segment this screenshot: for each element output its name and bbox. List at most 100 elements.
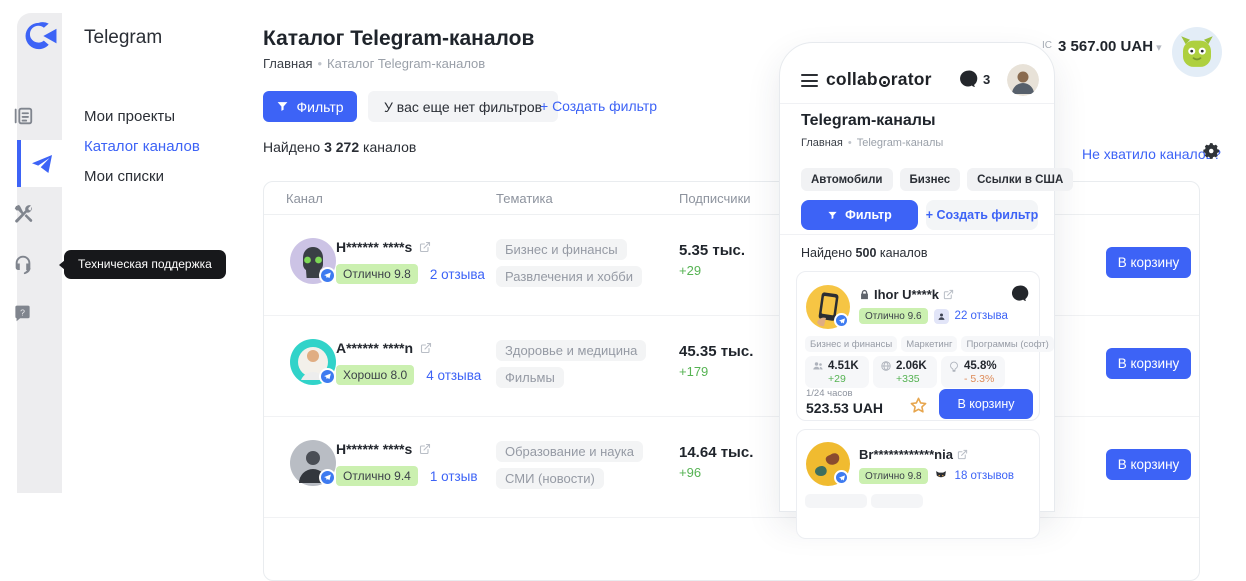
hamburger-menu-button[interactable]: [801, 74, 818, 87]
phone-filter-button[interactable]: Фильтр: [801, 200, 918, 230]
external-link-icon[interactable]: [419, 241, 431, 253]
sidebar-title: Telegram: [84, 27, 162, 49]
external-link-icon[interactable]: [420, 342, 432, 354]
phone-add-to-cart-button[interactable]: В корзину: [939, 389, 1033, 419]
phone-user-avatar[interactable]: [1007, 64, 1039, 96]
external-link-icon[interactable]: [957, 449, 968, 460]
user-avatar[interactable]: [1172, 27, 1222, 77]
phone-header-divider: [780, 103, 1054, 104]
sidebar-item-my-lists[interactable]: Мои списки: [84, 168, 164, 185]
rating-badge: Отлично 9.8: [859, 468, 928, 484]
balance-dropdown[interactable]: 3 567.00 UAH▾: [1058, 38, 1162, 55]
subscribers-value: 5.35 тыс.: [679, 242, 745, 259]
bulb-icon: [948, 360, 960, 372]
phone-user-avatar-icon: [1007, 64, 1039, 96]
add-to-cart-button[interactable]: В корзину: [1106, 348, 1191, 379]
sidebar-item-my-projects[interactable]: Мои проекты: [84, 108, 175, 125]
table-row: A****** ****n Хорошо 8.0 4 отзыва Здоров…: [264, 316, 1199, 417]
lock-icon: [859, 289, 870, 300]
filter-button[interactable]: Фильтр: [263, 91, 357, 122]
tools-icon: [12, 203, 34, 225]
settings-gear-button[interactable]: [1203, 142, 1221, 165]
need-more-channels-link[interactable]: Не хватило каналов?: [1082, 146, 1221, 162]
telegram-badge-icon: [319, 469, 336, 486]
card-chat-button[interactable]: [1010, 284, 1029, 308]
chat-bubble-icon: [958, 69, 978, 89]
phone-breadcrumb-home[interactable]: Главная: [801, 137, 843, 149]
partial-text: IC: [1042, 40, 1052, 51]
no-filters-chip[interactable]: У вас еще нет фильтров: [368, 91, 558, 122]
sidebar-item-tools[interactable]: [0, 203, 45, 225]
column-subscribers: Подписчики: [679, 182, 751, 215]
topic-pill: Развлечения и хобби: [496, 266, 642, 287]
price-period: 1/24 часов: [806, 388, 853, 399]
channel-name[interactable]: Ihor U****k: [859, 287, 954, 302]
chat-button[interactable]: [958, 69, 978, 94]
add-to-cart-button[interactable]: В корзину: [1106, 247, 1191, 278]
price-value: 523.53 UAH: [806, 400, 883, 416]
channel-name[interactable]: H****** ****s: [336, 441, 431, 457]
topic-pill: Бизнес и финансы: [496, 239, 627, 260]
stat-value: 4.51K: [828, 360, 859, 372]
headphones-icon: [12, 253, 34, 275]
stat-value: 45.8%: [964, 360, 997, 372]
channel-avatar[interactable]: [290, 440, 336, 486]
telegram-badge-icon: [319, 368, 336, 385]
reviews-link[interactable]: 1 отзыв: [430, 469, 478, 484]
collaborator-logo[interactable]: [24, 21, 58, 56]
sidebar-item-projects[interactable]: [0, 105, 45, 127]
channel-avatar[interactable]: [290, 238, 336, 284]
globe-icon: [880, 360, 892, 372]
collaborator-wordmark: collabrator: [826, 69, 932, 90]
rating-badge: Отлично 9.6: [859, 308, 928, 324]
page-title: Каталог Telegram-каналов: [263, 27, 534, 51]
quick-filter-tags: Автомобили Бизнес Ссылки в США: [801, 168, 1073, 191]
sidebar-item-channel-catalog[interactable]: Каталог каналов: [84, 138, 200, 155]
reviews-link[interactable]: 22 отзыва: [955, 310, 1008, 322]
sidebar-item-telegram-active[interactable]: [17, 140, 62, 187]
rating-badge: Отлично 9.4: [336, 466, 418, 486]
tag-cars[interactable]: Автомобили: [801, 168, 893, 191]
sidebar-item-support[interactable]: [0, 253, 45, 275]
channel-avatar[interactable]: [290, 339, 336, 385]
topic-pill: Бизнес и финансы: [805, 336, 897, 352]
channel-avatar[interactable]: [806, 285, 850, 329]
channel-name[interactable]: Br************nia: [859, 447, 968, 462]
breadcrumb: Главная•Каталог Telegram-каналов: [263, 56, 485, 71]
stat-followers: 4.51K +29: [805, 356, 869, 388]
phone-section-divider: [780, 234, 1054, 235]
external-link-icon[interactable]: [943, 289, 954, 300]
brand-left: collab: [826, 69, 878, 90]
reviews-link[interactable]: 18 отзывов: [955, 470, 1014, 482]
phone-channel-card: Ihor U****k Отлично 9.6 22 отзыва Бизнес…: [796, 271, 1040, 421]
cat-badge-icon: [934, 469, 949, 484]
phone-create-filter-button[interactable]: + Создать фильтр: [926, 200, 1038, 230]
reviews-link[interactable]: 2 отзыва: [430, 267, 485, 282]
channel-name-text: H****** ****s: [336, 239, 412, 255]
subscribers-delta: +179: [679, 364, 708, 379]
create-filter-link[interactable]: + Создать фильтр: [540, 98, 657, 114]
channels-table: Канал Тематика Подписчики H****** ****s …: [263, 181, 1200, 581]
collaborator-logo-icon: [24, 21, 58, 51]
topic-pill: Маркетинг: [901, 336, 957, 352]
breadcrumb-home[interactable]: Главная: [263, 56, 312, 71]
stat-reach: 2.06K +335: [873, 356, 937, 388]
phone-results-count: Найдено 500 каналов: [801, 246, 927, 260]
chevron-down-icon: ▾: [1156, 42, 1162, 54]
tag-usa-links[interactable]: Ссылки в США: [967, 168, 1073, 191]
channel-avatar[interactable]: [806, 442, 850, 486]
stat-delta: - 5.3%: [964, 373, 998, 385]
add-to-cart-button[interactable]: В корзину: [1106, 449, 1191, 480]
tag-business[interactable]: Бизнес: [900, 168, 961, 191]
breadcrumb-current: Каталог Telegram-каналов: [327, 56, 485, 71]
reviews-link[interactable]: 4 отзыва: [426, 368, 481, 383]
chat-count-badge: 3: [983, 72, 990, 87]
channel-name[interactable]: A****** ****n: [336, 340, 432, 356]
topic-pill: Образование и наука: [496, 441, 643, 462]
external-link-icon[interactable]: [419, 443, 431, 455]
followers-icon: [812, 360, 824, 372]
support-tooltip: Техническая поддержка: [64, 250, 226, 279]
sidebar-item-help[interactable]: ?: [0, 304, 45, 323]
favorite-star-button[interactable]: [909, 396, 928, 420]
channel-name[interactable]: H****** ****s: [336, 239, 431, 255]
